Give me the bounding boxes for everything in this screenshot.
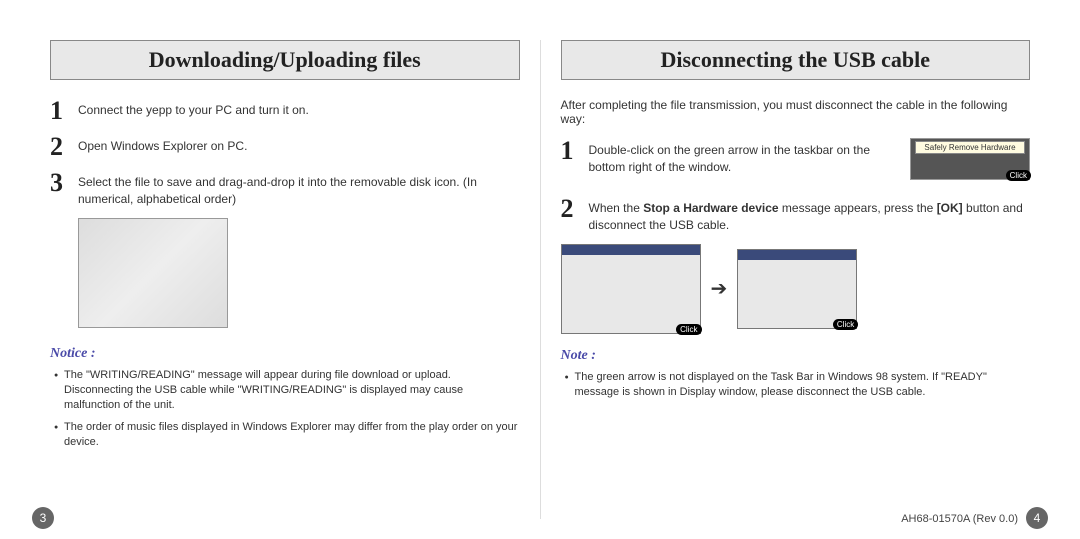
notice-heading: Notice :: [50, 346, 520, 362]
notice-item: The order of music files displayed in Wi…: [54, 420, 520, 451]
notice-item: The "WRITING/READING" message will appea…: [54, 368, 520, 414]
step-num: 2: [561, 196, 583, 222]
note-list-right: The green arrow is not displayed on the …: [561, 370, 1031, 401]
step-num: 3: [50, 170, 72, 196]
dialog-header: [738, 250, 856, 260]
step-num: 1: [561, 138, 583, 164]
page-number-right: 4: [1026, 507, 1048, 529]
page-right: Disconnecting the USB cable After comple…: [541, 40, 1051, 519]
step-3-left: 3 Select the file to save and drag-and-d…: [50, 170, 520, 208]
dialog-header: [562, 245, 700, 255]
click-badge: Click: [676, 324, 701, 335]
step-text: Open Windows Explorer on PC.: [78, 134, 520, 155]
title-box-right: Disconnecting the USB cable: [561, 40, 1031, 80]
step-2-left: 2 Open Windows Explorer on PC.: [50, 134, 520, 160]
taskbar-screenshot: Safely Remove Hardware Click: [910, 138, 1030, 180]
dialogs-row: Click ➔ Click: [561, 244, 1031, 334]
step-text: Connect the yepp to your PC and turn it …: [78, 98, 520, 119]
step-text: When the Stop a Hardware device message …: [589, 196, 1031, 234]
step-text: Select the file to save and drag-and-dro…: [78, 170, 520, 208]
page-number-left: 3: [32, 507, 54, 529]
note-item: The green arrow is not displayed on the …: [565, 370, 1031, 401]
title-right: Disconnecting the USB cable: [572, 47, 1020, 73]
step-num: 1: [50, 98, 72, 124]
step-num: 2: [50, 134, 72, 160]
page-left: Downloading/Uploading files 1 Connect th…: [30, 40, 541, 519]
notice-list-left: The "WRITING/READING" message will appea…: [50, 368, 520, 451]
arrow-icon: ➔: [711, 276, 728, 301]
doc-revision: AH68-01570A (Rev 0.0): [901, 513, 1018, 525]
intro-text: After completing the file transmission, …: [561, 98, 1031, 126]
tooltip-safely-remove: Safely Remove Hardware: [915, 141, 1025, 154]
explorer-screenshot: [78, 218, 228, 328]
step-text: Double-click on the green arrow in the t…: [589, 138, 901, 176]
click-badge: Click: [1006, 170, 1031, 181]
step-2-right: 2 When the Stop a Hardware device messag…: [561, 196, 1031, 234]
dialog-confirm: Click: [737, 249, 857, 329]
note-heading: Note :: [561, 348, 1031, 364]
dialog-stop-hardware: Click: [561, 244, 701, 334]
step-1-right-row: 1 Double-click on the green arrow in the…: [561, 138, 1031, 184]
title-left: Downloading/Uploading files: [61, 47, 509, 73]
title-box-left: Downloading/Uploading files: [50, 40, 520, 80]
step-1-left: 1 Connect the yepp to your PC and turn i…: [50, 98, 520, 124]
click-badge: Click: [833, 319, 858, 330]
